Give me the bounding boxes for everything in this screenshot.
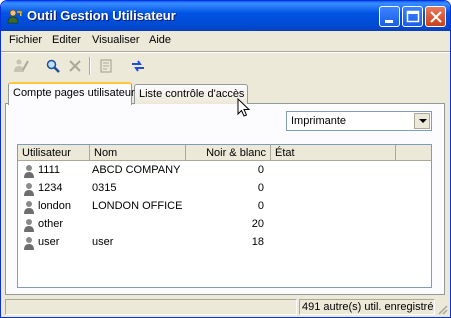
table-row[interactable]: 1111 ABCD COMPANY 0	[18, 162, 431, 180]
cell-name: ABCD COMPANY	[92, 164, 181, 176]
cell-bw: 18	[251, 236, 264, 248]
app-window: Outil Gestion Utilisateur Fichier Editer…	[0, 0, 451, 318]
menu-fichier[interactable]: Fichier	[9, 34, 42, 46]
menu-visualiser[interactable]: Visualiser	[92, 34, 140, 46]
status-text: 491 autre(s) util. enregistré(s)	[299, 299, 435, 315]
cell-name: 0315	[92, 182, 117, 194]
cell-user: 1111	[38, 164, 61, 176]
cell-bw: 20	[251, 218, 264, 230]
column-header-noir-blanc[interactable]: Noir & blanc	[186, 145, 271, 161]
printer-dropdown-button[interactable]	[414, 113, 430, 129]
menu-editer[interactable]: Editer	[52, 34, 81, 46]
delete-icon	[69, 60, 81, 72]
cell-user: london	[38, 200, 72, 212]
cell-user: user	[38, 236, 60, 248]
user-icon	[24, 237, 34, 250]
resize-grip-icon[interactable]	[436, 303, 448, 315]
user-list[interactable]: Utilisateur Nom Noir & blanc État 1111 A…	[17, 144, 432, 288]
maximize-button[interactable]	[402, 6, 423, 27]
cell-user: other	[38, 218, 64, 230]
edit-user-button[interactable]	[10, 55, 32, 77]
window-title: Outil Gestion Utilisateur	[27, 8, 176, 23]
toolbar	[1, 53, 450, 79]
search-icon	[46, 59, 60, 73]
user-icon	[24, 219, 34, 232]
table-row[interactable]: other 20	[18, 216, 431, 234]
delete-button[interactable]	[64, 55, 86, 77]
user-icon	[24, 201, 34, 214]
close-button[interactable]	[425, 6, 446, 27]
title-bar[interactable]: Outil Gestion Utilisateur	[1, 1, 450, 31]
tab-liste-controle[interactable]: Liste contrôle d'accès	[134, 84, 248, 104]
menu-bar: Fichier Editer Visualiser Aide	[1, 31, 450, 51]
cell-user: 1234	[38, 182, 63, 194]
column-header-etat[interactable]: État	[271, 145, 396, 161]
properties-icon	[100, 59, 112, 73]
edit-user-icon	[14, 59, 29, 72]
list-header: Utilisateur Nom Noir & blanc État	[18, 145, 431, 161]
table-row[interactable]: london LONDON OFFICE 0	[18, 198, 431, 216]
cell-bw: 0	[257, 182, 264, 194]
cell-bw: 0	[257, 164, 264, 176]
properties-button[interactable]	[96, 55, 118, 77]
user-icon	[24, 183, 34, 196]
menu-aide[interactable]: Aide	[149, 34, 171, 46]
column-header-utilisateur[interactable]: Utilisateur	[18, 145, 90, 161]
cell-bw: 0	[257, 200, 264, 212]
table-row[interactable]: user user 18	[18, 234, 431, 252]
status-bar: 491 autre(s) util. enregistré(s)	[1, 297, 450, 317]
mouse-cursor-icon	[237, 98, 251, 117]
status-pane-main	[5, 299, 297, 315]
printer-select-value: Imprimante	[291, 115, 347, 127]
chevron-down-icon	[419, 119, 427, 123]
toolbar-separator	[89, 57, 91, 75]
close-icon	[430, 11, 442, 23]
tab-compte-pages[interactable]: Compte pages utilisateur	[8, 82, 135, 105]
refresh-button[interactable]	[127, 55, 149, 77]
cell-name: user	[92, 236, 114, 248]
column-header-filler	[396, 145, 431, 161]
column-header-nom[interactable]: Nom	[90, 145, 186, 161]
maximize-icon	[406, 10, 420, 23]
printer-select[interactable]: Imprimante	[286, 111, 432, 131]
table-row[interactable]: 1234 0315 0	[18, 180, 431, 198]
refresh-icon	[132, 60, 144, 72]
user-icon	[24, 165, 34, 178]
cell-name: LONDON OFFICE	[92, 200, 183, 212]
minimize-icon	[385, 20, 393, 23]
user-key-icon	[7, 9, 23, 24]
minimize-button[interactable]	[379, 6, 400, 27]
search-button[interactable]	[42, 55, 64, 77]
